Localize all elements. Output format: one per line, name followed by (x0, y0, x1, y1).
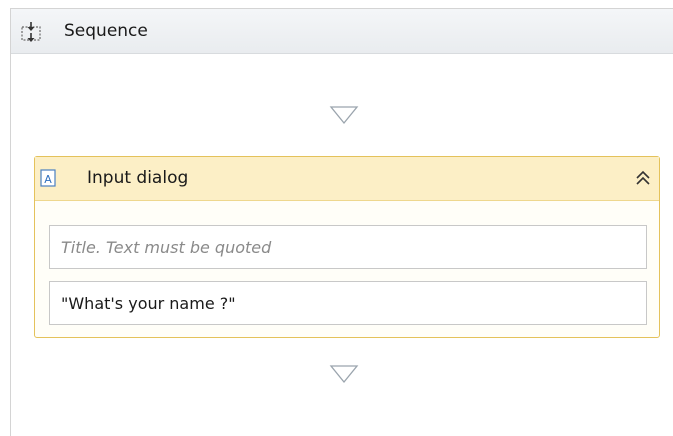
input-dialog-header[interactable]: A Input dialog (35, 157, 659, 201)
sequence-icon (21, 22, 41, 42)
dialog-title-input[interactable] (50, 226, 646, 268)
sequence-title: Sequence (64, 21, 148, 41)
drop-target-arrow-icon[interactable] (329, 105, 359, 125)
sequence-header[interactable]: Sequence (11, 9, 673, 54)
input-dialog-title: Input dialog (87, 168, 189, 188)
dialog-label-input[interactable] (50, 282, 646, 324)
double-chevron-up-icon[interactable] (634, 168, 652, 188)
input-dialog-activity[interactable]: A Input dialog (34, 156, 660, 338)
drop-target-arrow-icon[interactable] (329, 364, 359, 384)
svg-text:A: A (44, 173, 52, 186)
dialog-label-field[interactable] (49, 281, 647, 325)
input-dialog-icon: A (40, 169, 56, 187)
dialog-title-field[interactable] (49, 225, 647, 269)
workflow-designer-canvas: Sequence A Input dialog (0, 0, 673, 436)
sequence-container[interactable]: Sequence A Input dialog (10, 8, 673, 436)
